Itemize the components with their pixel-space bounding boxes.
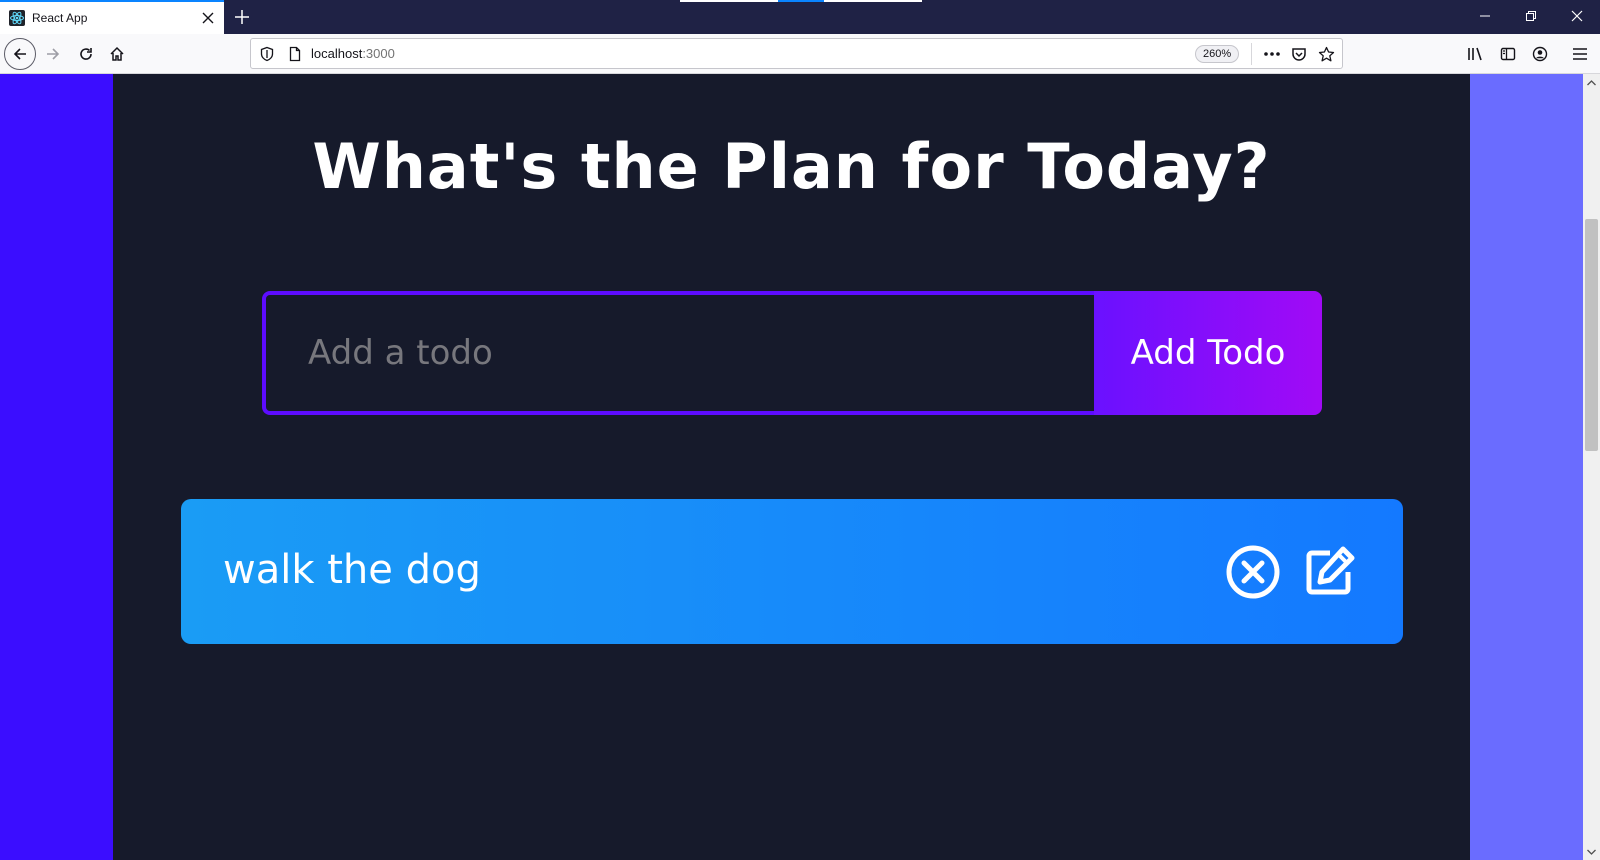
account-icon[interactable] (1528, 42, 1552, 66)
scroll-thumb[interactable] (1585, 219, 1598, 451)
url-host: localhost (311, 46, 363, 61)
todo-form: Add Todo (262, 291, 1322, 415)
vertical-scrollbar[interactable] (1583, 74, 1600, 860)
close-circle-icon[interactable] (1225, 544, 1281, 600)
bookmark-star-icon[interactable] (1315, 44, 1337, 64)
more-icon[interactable] (1261, 44, 1283, 64)
close-icon[interactable] (1554, 0, 1600, 32)
tab-strip: React App (0, 0, 1600, 34)
home-icon[interactable] (101, 38, 133, 70)
arrow-right-icon[interactable] (37, 38, 69, 70)
url-port: :3000 (362, 46, 395, 61)
minimize-icon[interactable] (1462, 0, 1508, 32)
page-title: What's the Plan for Today? (312, 130, 1271, 203)
menu-icon[interactable] (1568, 42, 1592, 66)
url-text[interactable]: localhost:3000 (311, 46, 395, 61)
page-background-right (1470, 74, 1583, 860)
url-bar[interactable]: localhost:3000 260% (250, 38, 1343, 69)
scroll-down-icon[interactable] (1583, 843, 1600, 860)
plus-icon[interactable] (230, 5, 254, 29)
library-icon[interactable] (1464, 42, 1488, 66)
todo-app: What's the Plan for Today? Add Todo walk… (113, 74, 1470, 860)
reload-icon[interactable] (70, 38, 102, 70)
tab-indicator (824, 0, 922, 2)
tab-react-app[interactable]: React App (0, 0, 224, 34)
page-background-left (0, 74, 113, 860)
zoom-indicator[interactable]: 260% (1195, 45, 1240, 63)
url-divider (1251, 43, 1252, 65)
page-icon[interactable] (287, 46, 303, 62)
sidebar-icon[interactable] (1496, 42, 1520, 66)
restore-icon[interactable] (1508, 0, 1554, 32)
todo-item[interactable]: walk the dog (181, 499, 1403, 644)
add-todo-button[interactable]: Add Todo (1094, 291, 1322, 415)
react-logo-icon (9, 10, 25, 26)
close-icon[interactable] (196, 6, 220, 30)
scroll-up-icon[interactable] (1583, 74, 1600, 91)
edit-icon[interactable] (1303, 544, 1357, 598)
arrow-left-icon[interactable] (4, 38, 36, 70)
page-viewport: What's the Plan for Today? Add Todo walk… (0, 74, 1583, 860)
todo-input[interactable] (262, 291, 1094, 415)
tab-indicator-active (778, 0, 824, 2)
navigation-bar: localhost:3000 260% (0, 34, 1600, 74)
tab-indicator (680, 0, 778, 2)
tab-title: React App (32, 11, 88, 25)
todo-list: walk the dog (181, 499, 1403, 644)
todo-text[interactable]: walk the dog (223, 547, 481, 593)
shield-icon[interactable] (259, 46, 275, 62)
pocket-icon[interactable] (1288, 44, 1310, 64)
